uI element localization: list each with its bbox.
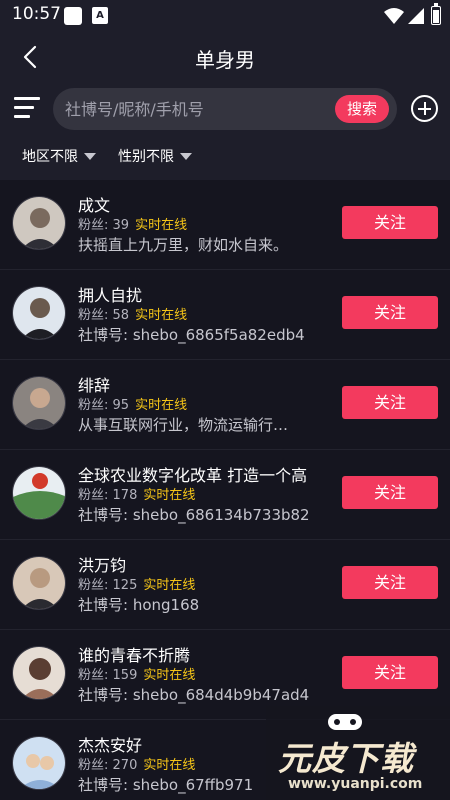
user-stats: 粉丝: 125 实时在线 (78, 574, 195, 593)
user-description: 社博号: shebo_684d4b9b47ad4 (78, 686, 310, 704)
fans-label: 粉丝: (78, 668, 109, 683)
avatar[interactable] (12, 646, 66, 700)
user-stats: 粉丝: 58 实时在线 (78, 304, 187, 323)
fans-count: 95 (112, 398, 130, 413)
user-stats: 粉丝: 159 实时在线 (78, 664, 195, 683)
user-stats: 粉丝: 95 实时在线 (78, 394, 187, 413)
signal-icon (408, 8, 424, 24)
avatar[interactable] (12, 286, 66, 340)
wifi-icon (384, 8, 404, 24)
fans-count: 178 (112, 488, 138, 503)
watermark-text: 元皮下载 (278, 739, 414, 778)
user-stats: 粉丝: 39 实时在线 (78, 214, 187, 233)
fans-label: 粉丝: (78, 758, 109, 773)
gender-filter[interactable]: 性别不限 (118, 146, 192, 166)
fans-count: 270 (112, 758, 138, 773)
user-description: 社博号: shebo_6865f5a82edb4 (78, 326, 305, 344)
region-filter-label: 地区不限 (22, 149, 78, 165)
follow-button[interactable]: 关注 (342, 656, 438, 689)
fans-label: 粉丝: (78, 488, 109, 503)
region-filter[interactable]: 地区不限 (22, 146, 96, 166)
menu-icon[interactable] (14, 97, 40, 119)
search-bar: 搜索 (53, 88, 397, 130)
user-name: 拥人自扰 (78, 286, 143, 305)
follow-button[interactable]: 关注 (342, 386, 438, 419)
caret-down-icon (84, 152, 96, 160)
user-row[interactable]: 拥人自扰 粉丝: 58 实时在线 社博号: shebo_6865f5a82edb4… (0, 270, 450, 360)
online-status: 实时在线 (143, 758, 196, 773)
header: 单身男 搜索 地区不限 性别不限 (0, 32, 450, 180)
user-row[interactable]: 成文 粉丝: 39 实时在线 扶摇直上九万里，财如水自来。 关注 (0, 180, 450, 270)
user-row[interactable]: 洪万钧 粉丝: 125 实时在线 社博号: hong168 关注 (0, 540, 450, 630)
user-name: 成文 (78, 196, 111, 215)
fans-count: 159 (112, 668, 138, 683)
notification-a-icon: A (92, 7, 108, 24)
add-circle-icon[interactable] (411, 95, 438, 122)
notification-square-icon (64, 7, 82, 25)
user-description: 扶摇直上九万里，财如水自来。 (78, 236, 289, 254)
online-status: 实时在线 (135, 398, 188, 413)
fans-label: 粉丝: (78, 578, 109, 593)
search-button[interactable]: 搜索 (335, 95, 389, 123)
fans-label: 粉丝: (78, 398, 109, 413)
page-title: 单身男 (195, 48, 255, 72)
watermark-url: www.yuanpi.com (288, 776, 423, 792)
user-name: 绯辞 (78, 376, 111, 395)
user-stats: 粉丝: 178 实时在线 (78, 484, 195, 503)
fans-label: 粉丝: (78, 308, 109, 323)
fans-count: 125 (112, 578, 138, 593)
user-description: 从事互联网行业，物流运输行… (78, 416, 289, 434)
fans-label: 粉丝: (78, 218, 109, 233)
search-input[interactable] (65, 88, 325, 130)
avatar[interactable] (12, 376, 66, 430)
fans-count: 58 (112, 308, 130, 323)
battery-icon (431, 3, 441, 25)
status-bar: 10:57 A (0, 0, 450, 32)
follow-button[interactable]: 关注 (342, 566, 438, 599)
follow-button[interactable]: 关注 (342, 296, 438, 329)
user-name: 杰杰安好 (78, 736, 143, 755)
user-description: 社博号: hong168 (78, 596, 200, 614)
online-status: 实时在线 (143, 578, 196, 593)
avatar[interactable] (12, 196, 66, 250)
follow-button[interactable]: 关注 (342, 476, 438, 509)
user-name: 谁的青春不折腾 (78, 646, 191, 665)
fans-count: 39 (112, 218, 130, 233)
avatar[interactable] (12, 556, 66, 610)
user-description: 社博号: shebo_67ffb971 (78, 776, 254, 794)
user-row[interactable]: 绯辞 粉丝: 95 实时在线 从事互联网行业，物流运输行… 关注 (0, 360, 450, 450)
avatar[interactable] (12, 736, 66, 790)
online-status: 实时在线 (143, 668, 196, 683)
online-status: 实时在线 (143, 488, 196, 503)
gender-filter-label: 性别不限 (118, 149, 174, 165)
online-status: 实时在线 (135, 218, 188, 233)
user-stats: 粉丝: 270 实时在线 (78, 754, 195, 773)
caret-down-icon (180, 152, 192, 160)
gamepad-icon (328, 714, 362, 730)
watermark: 元皮下载 www.yuanpi.com (266, 706, 450, 800)
user-row[interactable]: 全球农业数字化改革 打造一个高 粉丝: 178 实时在线 社博号: shebo_6… (0, 450, 450, 540)
follow-button[interactable]: 关注 (342, 206, 438, 239)
user-name: 洪万钧 (78, 556, 127, 575)
user-description: 社博号: shebo_686134b733b82 (78, 506, 310, 524)
online-status: 实时在线 (135, 308, 188, 323)
avatar[interactable] (12, 466, 66, 520)
status-time: 10:57 (12, 4, 61, 24)
user-name: 全球农业数字化改革 打造一个高 (78, 466, 308, 485)
